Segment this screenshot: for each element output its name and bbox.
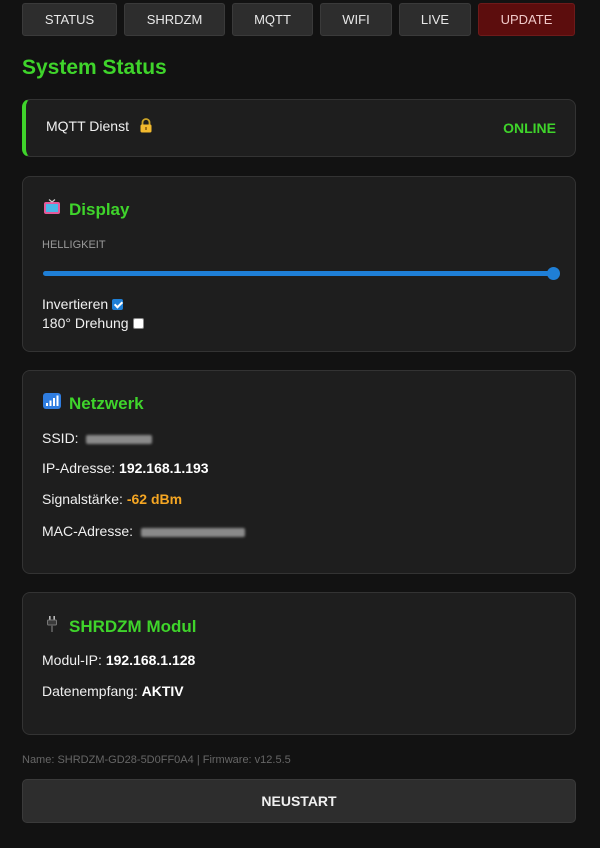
ip-value: 192.168.1.193 bbox=[119, 460, 209, 476]
network-card: Netzwerk SSID: IP-Adresse: 192.168.1.193… bbox=[22, 370, 576, 574]
network-title: Netzwerk bbox=[69, 393, 144, 413]
data-rx-row: Datenempfang: AKTIV bbox=[42, 683, 184, 699]
module-ip-value: 192.168.1.128 bbox=[105, 652, 196, 668]
signal-bars-icon bbox=[43, 393, 61, 414]
invert-row: Invertieren bbox=[42, 296, 124, 312]
mac-redacted bbox=[140, 527, 245, 537]
nav-mqtt-button[interactable]: MQTT bbox=[232, 3, 313, 36]
mqtt-status-card: MQTT Dienst ONLINE bbox=[22, 99, 576, 157]
brightness-slider-thumb[interactable] bbox=[547, 267, 560, 280]
module-title: SHRDZM Modul bbox=[69, 616, 197, 636]
top-nav: STATUS SHRDZM MQTT WIFI LIVE UPDATE bbox=[22, 3, 577, 36]
rotate-row: 180° Drehung bbox=[42, 315, 144, 331]
nav-update-button[interactable]: UPDATE bbox=[478, 3, 575, 36]
mac-row: MAC-Adresse: bbox=[42, 523, 245, 539]
lock-icon bbox=[139, 118, 153, 138]
signal-label: Signalstärke: bbox=[42, 491, 123, 507]
module-card-title: SHRDZM Modul bbox=[43, 615, 196, 638]
mac-label: MAC-Adresse: bbox=[42, 523, 134, 539]
mqtt-status-value: ONLINE bbox=[503, 120, 556, 136]
data-rx-value: AKTIV bbox=[141, 683, 184, 699]
module-ip-row: Modul-IP: 192.168.1.128 bbox=[42, 652, 195, 668]
display-title: Display bbox=[69, 199, 130, 219]
data-rx-label: Datenempfang: bbox=[42, 683, 138, 699]
ip-label: IP-Adresse: bbox=[42, 460, 116, 476]
mqtt-label: MQTT Dienst bbox=[46, 118, 129, 134]
tv-icon bbox=[43, 199, 61, 220]
module-ip-label: Modul-IP: bbox=[42, 652, 102, 668]
nav-live-button[interactable]: LIVE bbox=[399, 3, 471, 36]
ip-row: IP-Adresse: 192.168.1.193 bbox=[42, 460, 209, 476]
restart-button[interactable]: NEUSTART bbox=[22, 779, 576, 823]
signal-value: -62 dBm bbox=[126, 491, 183, 507]
signal-row: Signalstärke: -62 dBm bbox=[42, 491, 182, 507]
ssid-row: SSID: bbox=[42, 430, 153, 446]
network-card-title: Netzwerk bbox=[43, 393, 144, 414]
nav-wifi-button[interactable]: WIFI bbox=[320, 3, 392, 36]
mqtt-status-label-wrap: MQTT Dienst bbox=[46, 118, 153, 138]
nav-status-button[interactable]: STATUS bbox=[22, 3, 117, 36]
invert-checkbox[interactable] bbox=[112, 298, 124, 310]
plug-icon bbox=[43, 615, 61, 638]
rotate-checkbox[interactable] bbox=[132, 317, 144, 329]
device-info: Name: SHRDZM-GD28-5D0FF0A4 | Firmware: v… bbox=[22, 754, 291, 766]
invert-label: Invertieren bbox=[42, 296, 109, 312]
brightness-label: HELLIGKEIT bbox=[42, 239, 106, 251]
display-card-title: Display bbox=[43, 199, 129, 220]
brightness-slider[interactable] bbox=[43, 267, 560, 280]
display-card: Display HELLIGKEIT Invertieren 180° Dreh… bbox=[22, 176, 576, 352]
page-title: System Status bbox=[22, 56, 167, 79]
ssid-redacted bbox=[86, 434, 153, 444]
nav-shrdzm-button[interactable]: SHRDZM bbox=[124, 3, 225, 36]
module-card: SHRDZM Modul Modul-IP: 192.168.1.128 Dat… bbox=[22, 592, 576, 735]
ssid-label: SSID: bbox=[42, 430, 79, 446]
rotate-label: 180° Drehung bbox=[42, 315, 129, 331]
